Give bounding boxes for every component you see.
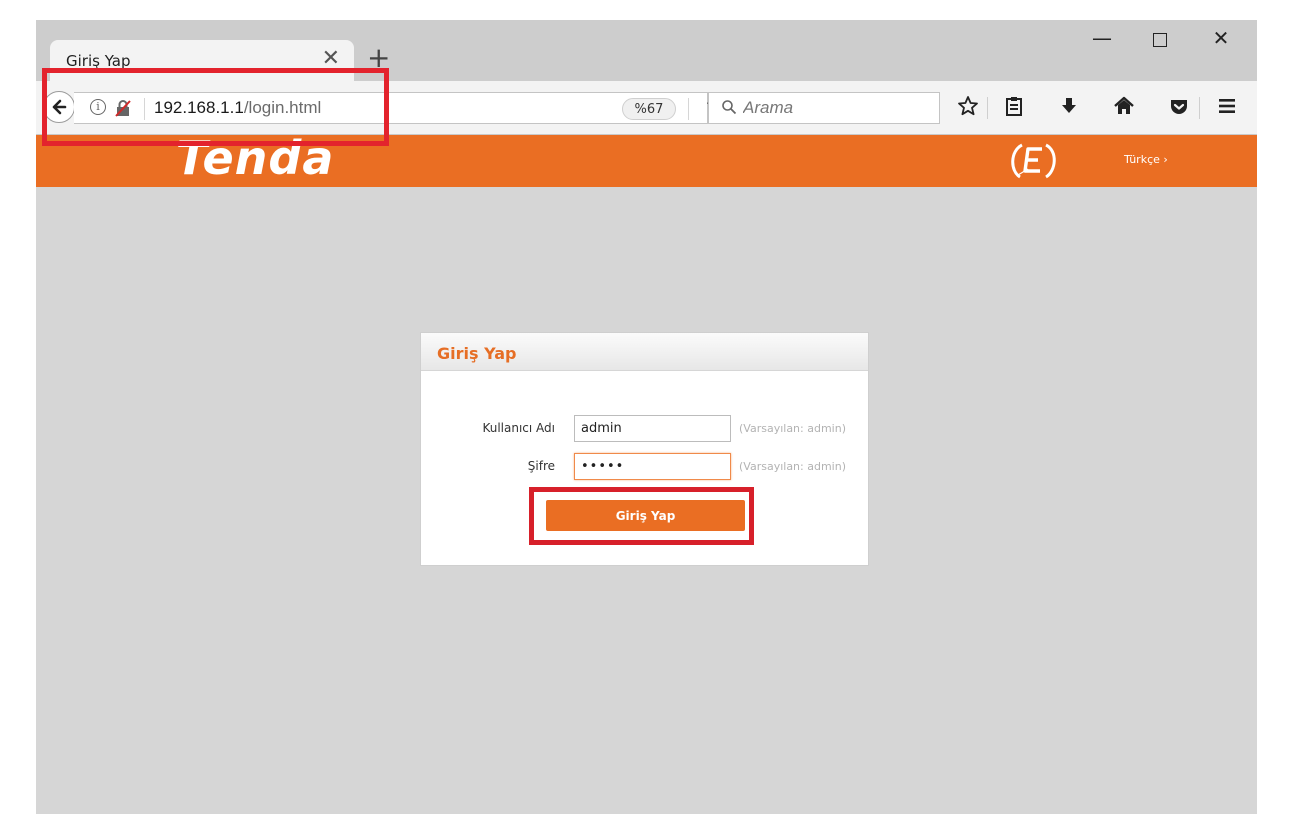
clipboard-icon[interactable] xyxy=(1001,95,1027,121)
e-brand-logo-icon xyxy=(1006,141,1064,181)
username-input[interactable] xyxy=(574,415,731,442)
search-icon xyxy=(721,99,737,119)
hamburger-menu-icon[interactable] xyxy=(1214,95,1240,121)
pocket-icon[interactable] xyxy=(1166,95,1192,121)
window-close-icon[interactable]: ✕ xyxy=(1199,22,1243,58)
search-input[interactable] xyxy=(743,97,923,119)
minimize-icon[interactable]: — xyxy=(1080,22,1124,58)
star-icon[interactable] xyxy=(955,95,981,121)
search-bar[interactable] xyxy=(708,92,940,124)
download-icon[interactable] xyxy=(1056,95,1082,121)
password-hint: (Varsayılan: admin) xyxy=(739,460,846,473)
language-selector[interactable]: Türkçe › xyxy=(1124,153,1168,166)
password-input[interactable] xyxy=(574,453,731,480)
login-title: Giriş Yap xyxy=(437,344,517,363)
maximize-icon[interactable] xyxy=(1138,22,1182,58)
password-label: Şifre xyxy=(527,459,555,473)
url-annotation-box xyxy=(42,68,389,146)
login-button-annotation-box xyxy=(529,487,754,545)
username-hint: (Varsayılan: admin) xyxy=(739,422,846,435)
username-label: Kullanıcı Adı xyxy=(482,421,555,435)
login-panel-header: Giriş Yap xyxy=(421,333,868,371)
zoom-level-badge[interactable]: %67 xyxy=(622,98,676,120)
home-icon[interactable] xyxy=(1111,95,1137,121)
